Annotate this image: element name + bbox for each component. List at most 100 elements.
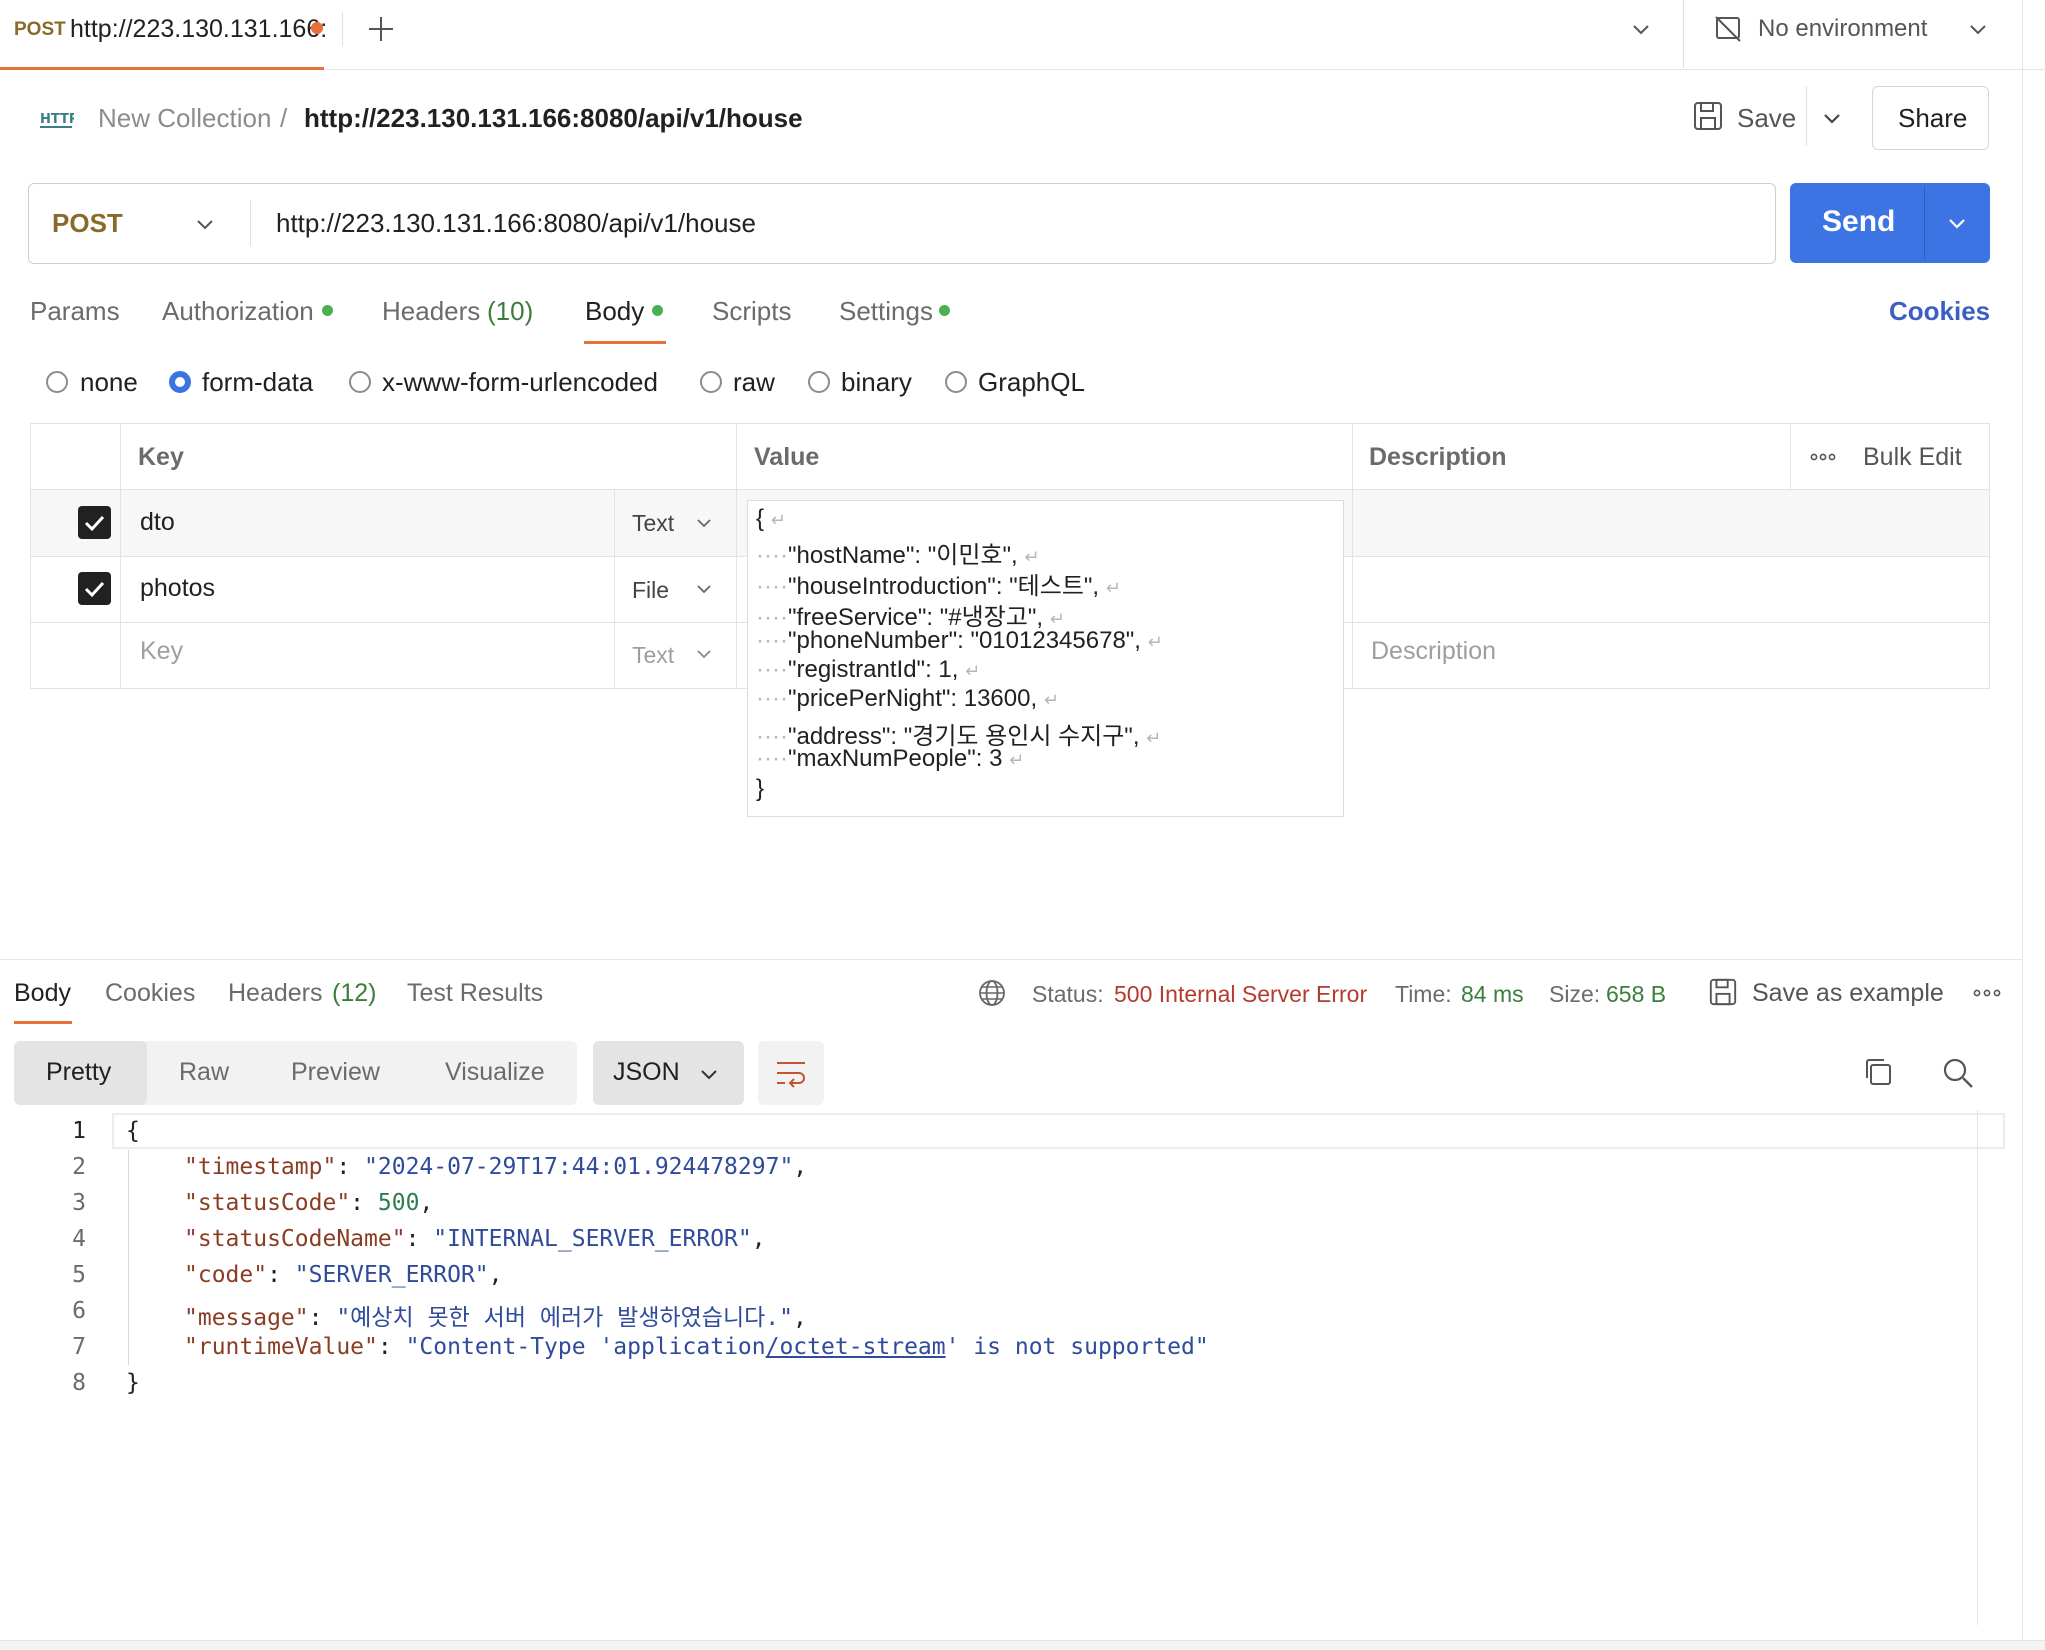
response-tab-test-results[interactable]: Test Results xyxy=(407,979,543,1008)
json-value-link[interactable]: /octet-stream xyxy=(766,1334,946,1360)
copy-icon[interactable] xyxy=(1862,1056,1894,1088)
newline-marker-icon: ↵ xyxy=(1049,609,1065,629)
method-chevron-icon[interactable] xyxy=(194,213,216,235)
tab-params[interactable]: Params xyxy=(30,296,120,327)
new-type-select[interactable]: Text xyxy=(632,642,674,669)
line-number: 1 xyxy=(72,1118,86,1144)
response-more-icon[interactable] xyxy=(1972,984,2002,1002)
tab-method: POST xyxy=(14,19,66,40)
response-headers-count: (12) xyxy=(332,979,377,1007)
new-description-input[interactable]: Description xyxy=(1371,637,1496,666)
response-tab-cookies[interactable]: Cookies xyxy=(105,979,195,1008)
tab-headers[interactable]: Headers xyxy=(382,296,480,327)
tab-headers-count: (10) xyxy=(487,296,534,326)
whitespace-marker-icon: ···· xyxy=(756,656,788,683)
search-icon[interactable] xyxy=(1941,1056,1975,1090)
value-line: "pricePerNight": 13600, xyxy=(787,685,1038,712)
time-value: 84 ms xyxy=(1461,981,1524,1007)
tab-body[interactable]: Body xyxy=(585,296,644,327)
tab-scripts[interactable]: Scripts xyxy=(712,296,791,327)
code-line: "message": "예상치 못한 서버 에러가 발생하였습니다.", xyxy=(184,1305,807,1331)
save-options-chevron-icon[interactable] xyxy=(1821,107,1843,129)
code-line: "statusCode": 500, xyxy=(184,1190,434,1216)
row-type-select[interactable]: File xyxy=(632,577,669,604)
radio-form-data[interactable] xyxy=(169,371,191,393)
view-preview-button[interactable]: Preview xyxy=(291,1058,380,1087)
type-chevron-icon[interactable] xyxy=(694,513,714,533)
code-line: "code": "SERVER_ERROR", xyxy=(184,1262,503,1288)
row-type-select[interactable]: Text xyxy=(632,510,674,537)
view-visualize-button[interactable]: Visualize xyxy=(445,1058,545,1087)
json-key: "statusCodeName" xyxy=(184,1226,406,1252)
bulk-edit-button[interactable]: Bulk Edit xyxy=(1863,443,1962,472)
divider xyxy=(736,423,737,689)
send-options-chevron-icon[interactable] xyxy=(1946,212,1968,234)
response-body-viewer[interactable] xyxy=(0,1110,2022,1630)
radio-form-data-label: form-data xyxy=(202,367,314,397)
view-raw-button[interactable]: Raw xyxy=(179,1058,229,1087)
settings-active-dot-icon xyxy=(939,305,950,316)
type-chevron-icon[interactable] xyxy=(694,644,714,664)
row-checkbox[interactable] xyxy=(78,506,111,539)
tab-settings[interactable]: Settings xyxy=(839,296,933,327)
body-active-dot-icon xyxy=(652,305,663,316)
row-checkbox[interactable] xyxy=(78,572,111,605)
url-input[interactable]: http://223.130.131.166:8080/api/v1/house xyxy=(276,208,756,239)
whitespace-marker-icon: ···· xyxy=(756,685,788,712)
radio-binary[interactable] xyxy=(808,371,830,393)
json-brace: { xyxy=(126,1118,140,1144)
column-header-key: Key xyxy=(138,443,184,471)
json-value: "예상치 못한 서버 에러가 발생하였습니다." xyxy=(336,1305,793,1331)
more-options-icon[interactable] xyxy=(1810,447,1836,467)
breadcrumb-collection[interactable]: New Collection xyxy=(98,103,271,134)
tabs-dropdown-chevron-icon[interactable] xyxy=(1630,18,1652,40)
response-tab-body[interactable]: Body xyxy=(14,979,71,1008)
method-select[interactable]: POST xyxy=(52,208,123,239)
json-key: "message" xyxy=(184,1305,309,1331)
json-key: "timestamp" xyxy=(184,1154,337,1180)
cookies-link[interactable]: Cookies xyxy=(1889,296,1990,327)
tab-authorization[interactable]: Authorization xyxy=(162,296,314,327)
environment-selector[interactable]: No environment xyxy=(1758,15,1927,43)
line-number: 5 xyxy=(72,1262,86,1288)
divider xyxy=(120,423,121,689)
whitespace-marker-icon: ···· xyxy=(756,542,788,569)
row-key[interactable]: photos xyxy=(140,574,215,603)
no-environment-icon xyxy=(1713,14,1743,44)
line-number: 2 xyxy=(72,1154,86,1180)
new-key-input[interactable]: Key xyxy=(140,637,183,666)
line-number: 4 xyxy=(72,1226,86,1252)
radio-raw[interactable] xyxy=(700,371,722,393)
whitespace-marker-icon: ···· xyxy=(756,627,788,654)
code-line: } xyxy=(126,1370,140,1396)
response-tab-headers[interactable]: Headers xyxy=(228,979,323,1008)
type-chevron-icon[interactable] xyxy=(694,579,714,599)
save-icon[interactable] xyxy=(1692,100,1724,132)
json-value: "INTERNAL_SERVER_ERROR" xyxy=(433,1226,752,1252)
radio-none[interactable] xyxy=(46,371,68,393)
json-brace: } xyxy=(126,1370,140,1396)
save-example-icon[interactable] xyxy=(1708,977,1738,1007)
json-value: 500 xyxy=(377,1190,420,1216)
active-tab-indicator xyxy=(14,1021,72,1024)
new-tab-plus-icon[interactable] xyxy=(366,14,396,44)
format-chevron-icon[interactable] xyxy=(698,1063,720,1085)
radio-urlencoded[interactable] xyxy=(349,371,371,393)
radio-graphql[interactable] xyxy=(945,371,967,393)
newline-marker-icon: ↵ xyxy=(770,510,786,530)
breadcrumb-request-name[interactable]: http://223.130.131.166:8080/api/v1/house xyxy=(304,103,803,134)
newline-marker-icon: ↵ xyxy=(1147,632,1163,652)
json-value: "Content-Type 'application xyxy=(405,1334,766,1360)
dto-value-editor[interactable]: { ↵ ····"hostName": "이민호", ↵ ····"houseI… xyxy=(747,500,1344,817)
scrollbar[interactable] xyxy=(1977,1110,1978,1625)
save-button[interactable]: Save xyxy=(1737,103,1796,134)
json-value: "2024-07-29T17:44:01.924478297" xyxy=(364,1154,794,1180)
line-number: 3 xyxy=(72,1190,86,1216)
size-label: Size: xyxy=(1549,981,1601,1007)
divider xyxy=(1683,0,1684,68)
environment-chevron-icon[interactable] xyxy=(1967,18,1989,40)
wrap-lines-icon xyxy=(774,1057,808,1089)
row-key[interactable]: dto xyxy=(140,508,175,537)
save-as-example-button[interactable]: Save as example xyxy=(1752,979,1944,1008)
authorization-active-dot-icon xyxy=(322,305,333,316)
